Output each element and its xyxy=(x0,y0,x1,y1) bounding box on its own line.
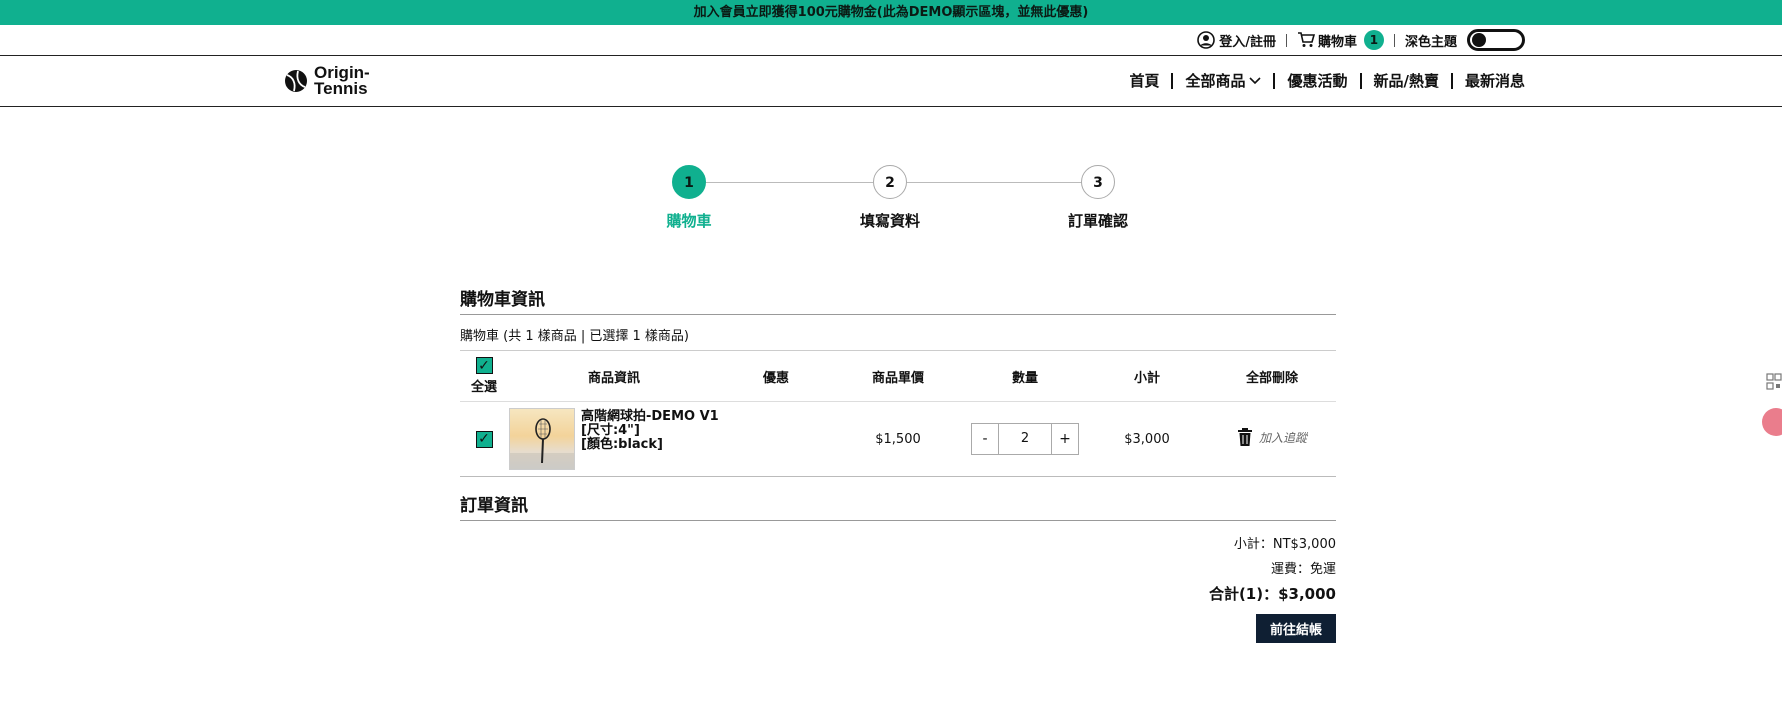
nav-news[interactable]: 最新消息 xyxy=(1453,70,1525,91)
product-name[interactable]: 高階網球拍-DEMO V1 xyxy=(581,410,719,424)
divider xyxy=(1393,33,1395,47)
nav-all-products[interactable]: 全部商品 xyxy=(1173,70,1273,91)
chevron-down-icon xyxy=(1249,76,1262,85)
qty-increase-button[interactable]: + xyxy=(1052,424,1078,454)
col-product: 商品資訊 xyxy=(508,351,720,402)
tennis-racket-icon xyxy=(510,418,574,469)
step-label: 訂單確認 xyxy=(1067,212,1128,230)
delete-all-button[interactable]: 全部刪除 xyxy=(1208,351,1336,402)
product-info: 高階網球拍-DEMO V1 [尺寸:4"] [顏色:black] xyxy=(509,408,719,470)
promo-banner: 加入會員立即獲得100元購物金(此為DEMO顯示區塊，並無此優惠) xyxy=(0,0,1782,25)
select-all-header: ✓ 全選 xyxy=(460,351,508,402)
logo-line-2: Tennis xyxy=(314,79,368,98)
nav-all-products-label: 全部商品 xyxy=(1185,72,1246,90)
order-section-title: 訂單資訊 xyxy=(460,491,1336,521)
divider xyxy=(1285,33,1287,47)
main-navbar: Origin- Tennis 首頁 全部商品 優惠活動 新品/熱賣 最新消息 xyxy=(0,56,1782,107)
product-color: [顏色:black] xyxy=(581,437,663,452)
nav-home[interactable]: 首頁 xyxy=(1117,70,1171,91)
trash-icon[interactable] xyxy=(1237,428,1253,446)
dark-theme-toggle[interactable] xyxy=(1467,29,1525,51)
checkout-button[interactable]: 前往結帳 xyxy=(1255,614,1336,643)
order-subtotal: 小計：NT$3,000 xyxy=(1233,537,1336,552)
order-shipping: 運費：免運 xyxy=(1270,562,1336,577)
qr-code-icon[interactable] xyxy=(1766,373,1782,391)
step-fill-info: 2 填寫資料 xyxy=(820,165,960,231)
step-label: 填寫資料 xyxy=(859,212,920,230)
step-confirm: 3 訂單確認 xyxy=(1028,165,1168,231)
item-unit-price: $1,500 xyxy=(832,401,964,477)
cart-table-header: ✓ 全選 商品資訊 優惠 商品單價 數量 小計 全部刪除 xyxy=(460,351,1336,402)
col-quantity: 數量 xyxy=(964,351,1086,402)
cart-summary: 購物車 (共 1 樣商品 | 已選擇 1 樣商品) xyxy=(460,315,1336,351)
step-number: 1 xyxy=(672,165,706,199)
site-logo[interactable]: Origin- Tennis xyxy=(284,64,370,98)
cart-count-badge: 1 xyxy=(1363,30,1384,50)
item-discount xyxy=(720,401,832,477)
logo-text: Origin- Tennis xyxy=(314,64,370,98)
add-to-wishlist-link[interactable]: 加入追蹤 xyxy=(1259,429,1307,446)
product-image[interactable] xyxy=(509,408,575,470)
promo-text: 加入會員立即獲得100元購物金(此為DEMO顯示區塊，並無此優惠) xyxy=(693,5,1089,20)
cart-link[interactable]: 購物車 1 xyxy=(1297,30,1384,50)
step-number: 3 xyxy=(1081,165,1115,199)
dark-theme-label: 深色主題 xyxy=(1404,34,1457,50)
item-subtotal: $3,000 xyxy=(1086,401,1208,477)
select-all-checkbox[interactable]: ✓ xyxy=(475,357,493,374)
qty-input[interactable]: 2 xyxy=(998,424,1052,454)
tennis-ball-icon xyxy=(284,69,308,93)
cart-label: 購物車 xyxy=(1317,34,1357,50)
chat-bubble-icon[interactable] xyxy=(1762,408,1782,436)
qty-decrease-button[interactable]: - xyxy=(972,424,998,454)
user-icon xyxy=(1197,31,1216,49)
select-all-label: 全選 xyxy=(470,380,497,395)
col-unit-price: 商品單價 xyxy=(832,351,964,402)
order-totals: 小計：NT$3,000 運費：免運 合計(1)：$3,000 前往結帳 xyxy=(460,533,1336,643)
toggle-knob xyxy=(1472,33,1486,47)
utility-bar: 登入/註冊 購物車 1 深色主題 xyxy=(0,25,1782,56)
nav-promotions[interactable]: 優惠活動 xyxy=(1275,70,1359,91)
checkout-progress: 1 購物車 2 填寫資料 3 訂單確認 xyxy=(0,165,1782,245)
cart-content: 購物車資訊 購物車 (共 1 樣商品 | 已選擇 1 樣商品) ✓ 全選 商品資… xyxy=(460,285,1336,643)
product-size: [尺寸:4"] xyxy=(581,423,640,438)
col-subtotal: 小計 xyxy=(1086,351,1208,402)
cart-icon xyxy=(1297,32,1315,48)
step-cart: 1 購物車 xyxy=(619,165,759,231)
order-grand-total: 合計(1)：$3,000 xyxy=(1208,585,1336,603)
cart-section-title: 購物車資訊 xyxy=(460,285,1336,315)
quantity-stepper: - 2 + xyxy=(971,423,1079,455)
cart-item-row: ✓ 高階網球拍-DEMO V1 [尺寸:4"] [顏色:black] $1,50… xyxy=(460,401,1336,477)
col-discount: 優惠 xyxy=(720,351,832,402)
step-number: 2 xyxy=(873,165,907,199)
login-label: 登入/註冊 xyxy=(1219,34,1276,50)
cart-table: ✓ 全選 商品資訊 優惠 商品單價 數量 小計 全部刪除 ✓ 高階網球拍-DEM… xyxy=(460,351,1336,477)
login-link[interactable]: 登入/註冊 xyxy=(1197,31,1276,50)
step-label: 購物車 xyxy=(666,212,712,230)
item-checkbox[interactable]: ✓ xyxy=(475,430,493,448)
order-section: 訂單資訊 小計：NT$3,000 運費：免運 合計(1)：$3,000 前往結帳 xyxy=(460,491,1336,643)
nav-new-hot[interactable]: 新品/熱賣 xyxy=(1362,70,1451,91)
primary-nav: 首頁 全部商品 優惠活動 新品/熱賣 最新消息 xyxy=(1117,70,1525,91)
